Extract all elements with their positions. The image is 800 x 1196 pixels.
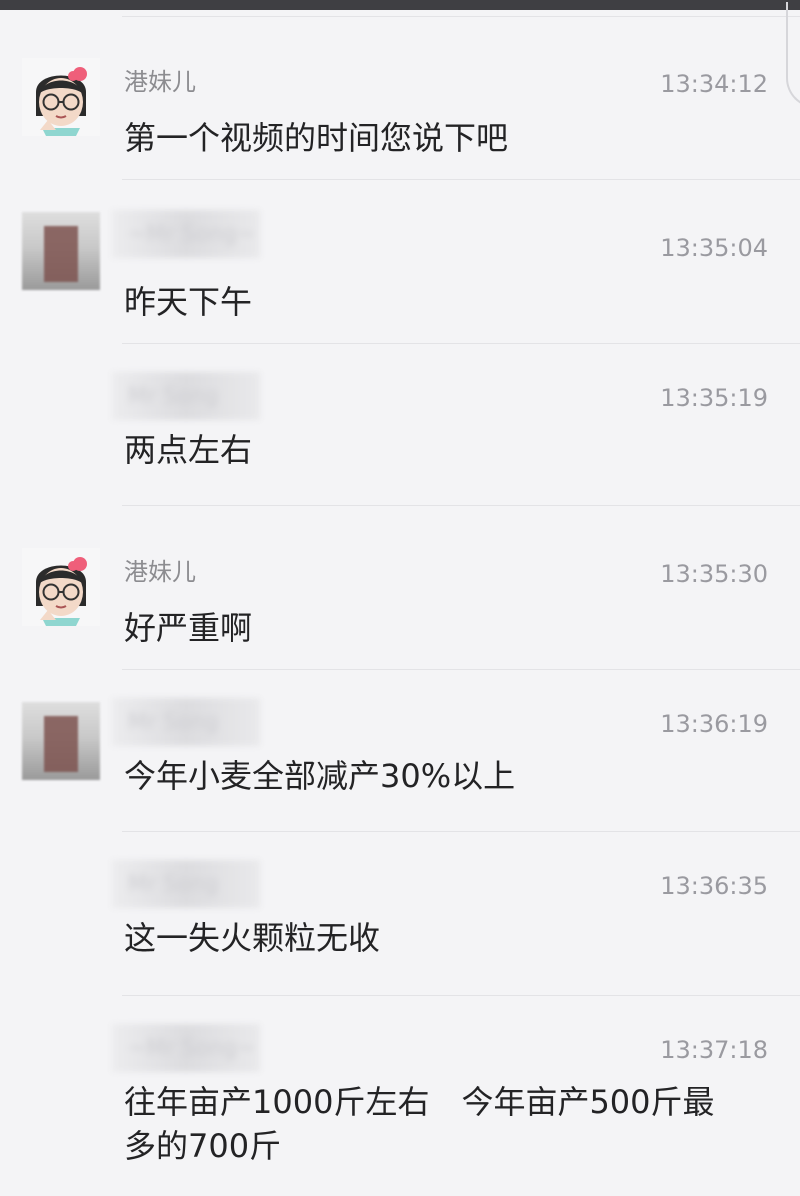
chat-message[interactable]: 港妹儿 13:35:30 好严重啊 [0, 506, 800, 670]
blurred-sender-name: Mr Song [112, 698, 260, 746]
chat-message[interactable]: ~Mr Song~ 13:35:04 昨天下午 [0, 180, 800, 344]
message-time: 13:36:35 [660, 872, 768, 900]
avatar[interactable] [22, 212, 100, 290]
blurred-sender-name: Mr Song [112, 372, 260, 420]
message-text: 往年亩产1000斤左右 今年亩产500斤最多的700斤 [124, 1083, 715, 1165]
sender-name: 港妹儿 [124, 558, 196, 586]
chat-message[interactable]: Mr Song 13:36:19 今年小麦全部减产30%以上 [0, 670, 800, 832]
cartoon-girl-icon [22, 58, 100, 136]
message-text: 这一失火颗粒无收 [124, 919, 381, 957]
top-status-bar [0, 0, 800, 10]
message-time: 13:35:19 [660, 384, 768, 412]
blurred-sender-name: ~Mr Song~ [112, 210, 260, 258]
chat-message[interactable]: Mr Song 13:35:19 两点左右 [0, 344, 800, 506]
avatar[interactable] [22, 548, 100, 626]
message-time: 13:34:12 [660, 70, 768, 98]
sender-name: 港妹儿 [124, 68, 196, 96]
blurred-sender-name: ~Mr Song~ [112, 1024, 260, 1072]
message-text: 第一个视频的时间您说下吧 [124, 119, 509, 157]
chat-message[interactable]: 港妹儿 13:34:12 第一个视频的时间您说下吧 [0, 16, 800, 180]
message-time: 13:37:18 [660, 1036, 768, 1064]
message-text: 好严重啊 [124, 609, 253, 647]
chat-message[interactable]: Mr Song 13:36:35 这一失火颗粒无收 [0, 832, 800, 996]
message-time: 13:35:30 [660, 560, 768, 588]
message-text: 两点左右 [124, 431, 253, 469]
message-text: 昨天下午 [124, 283, 253, 321]
message-time: 13:35:04 [660, 234, 768, 262]
message-text: 今年小麦全部减产30%以上 [124, 757, 516, 795]
avatar[interactable] [22, 58, 100, 136]
blurred-sender-name: Mr Song [112, 860, 260, 908]
cartoon-girl-icon [22, 548, 100, 626]
message-time: 13:36:19 [660, 710, 768, 738]
chat-message[interactable]: ~Mr Song~ 13:37:18 往年亩产1000斤左右 今年亩产500斤最… [0, 996, 800, 1196]
avatar[interactable] [22, 702, 100, 780]
